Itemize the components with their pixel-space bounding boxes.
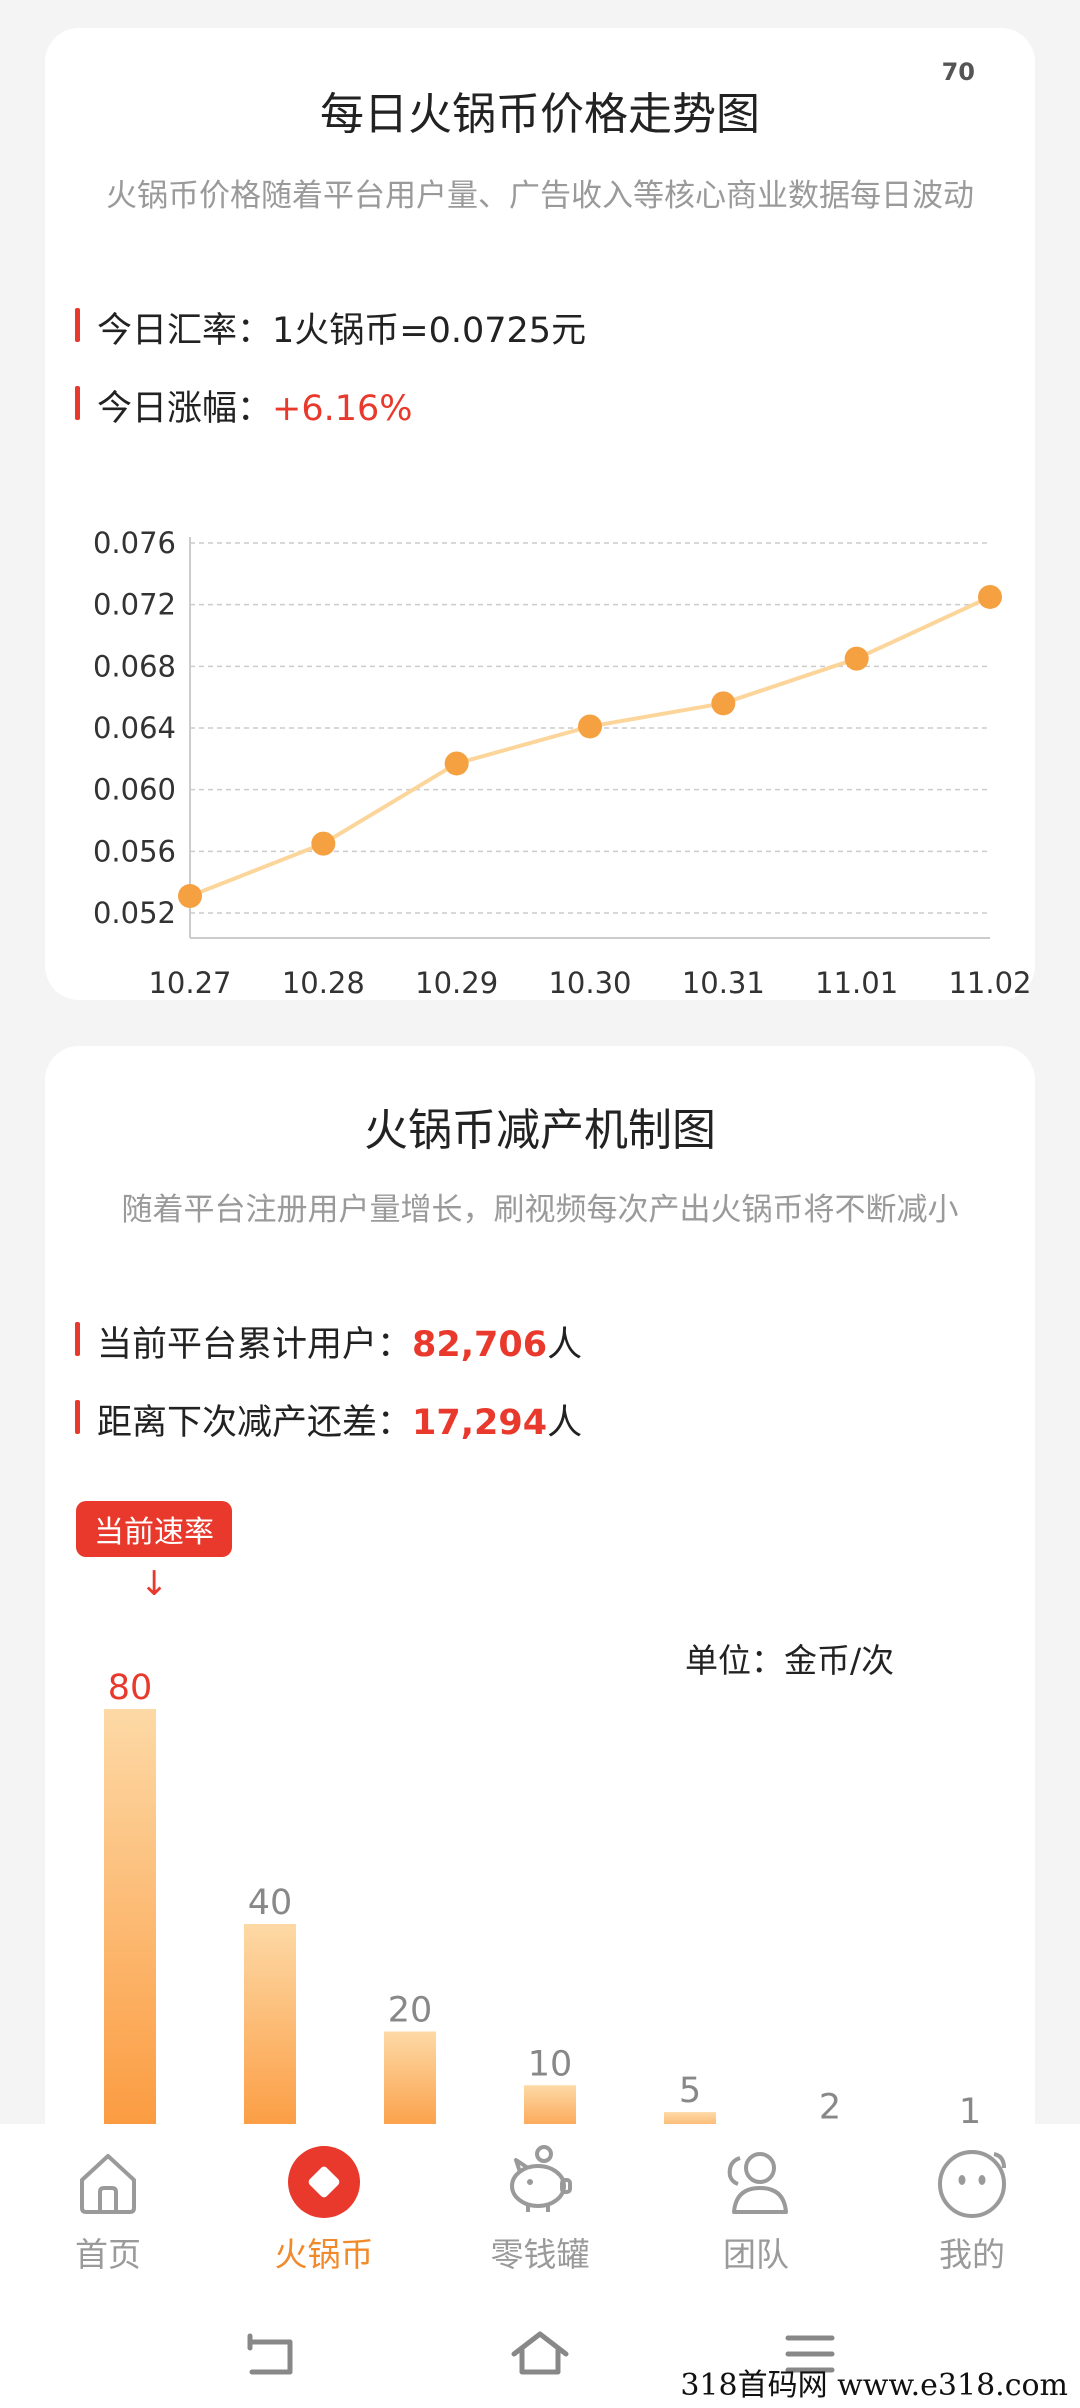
team-icon [727, 2152, 788, 2214]
exchange-rate-row: 今日汇率：1火锅币=0.0725元 [75, 302, 586, 353]
bar-value-label: 20 [388, 1991, 433, 2031]
bar [104, 1709, 156, 2139]
data-point [844, 646, 869, 671]
reduction-card-title: 火锅币减产机制图 [364, 1105, 716, 1156]
y-tick-label: 0.068 [93, 649, 176, 683]
total-users-unit: 人 [547, 1325, 583, 1365]
bar-value-label: 40 [248, 1883, 293, 1923]
data-point [978, 584, 1002, 609]
reduction-bar-chart: 8004010万2050万10100万5300万2500万11000万 [90, 1668, 996, 2140]
x-tick-label: 10.31 [682, 966, 765, 998]
nav-item-profile[interactable]: 我的 [864, 2124, 1080, 2300]
bar-value-label: 2 [819, 2087, 841, 2127]
y-tick-label: 0.056 [93, 834, 176, 868]
reduction-card: 火锅币减产机制图 随着平台注册用户量增长，刷视频每次产出火锅币将不断减小 当前平… [45, 1046, 1035, 2146]
bar-value-label: 10 [528, 2044, 573, 2084]
bar [384, 2031, 436, 2139]
x-tick-label: 11.01 [815, 966, 898, 998]
next-reduction-row: 距离下次减产还差：17,294人 [75, 1394, 582, 1445]
bar-value-label: 80 [108, 1668, 153, 1708]
exchange-rate-value: 1火锅币=0.0725元 [272, 311, 587, 351]
nav-label-piggy-bank: 零钱罐 [490, 2235, 590, 2274]
nav-item-coin[interactable]: 火锅币 [216, 2124, 432, 2300]
price-card-title: 每日火锅币价格走势图 [320, 89, 760, 140]
total-users-row: 当前平台累计用户：82,706人 [75, 1316, 582, 1367]
back-icon[interactable] [238, 2322, 302, 2386]
price-line-chart: 0.076 0.072 0.068 0.064 0.060 0.056 0.052 10.27… [93, 526, 1032, 998]
y-tick-label: 0.072 [93, 588, 176, 622]
nav-label-coin: 火锅币 [274, 2235, 374, 2274]
daily-change-row: 今日涨幅：+6.16% [75, 380, 413, 431]
piggy-bank-icon [510, 2145, 572, 2212]
total-users-label: 当前平台累计用户： [97, 1325, 413, 1365]
daily-change-label: 今日涨幅： [97, 389, 273, 429]
nav-item-home[interactable]: 首页 [0, 2124, 216, 2300]
next-reduction-value: 17,294 [412, 1403, 548, 1443]
nav-label-home: 首页 [75, 2235, 141, 2274]
home-button-icon[interactable] [508, 2322, 572, 2386]
current-rate-badge: 当前速率 [76, 1501, 232, 1557]
y-tick-label: 0.064 [93, 711, 176, 745]
home-icon [80, 2154, 136, 2214]
data-point [311, 831, 336, 856]
watermark: 318首码网 www.e318.com [680, 2368, 1068, 2403]
nav-item-team[interactable]: 团队 [648, 2124, 864, 2300]
price-trend-card: 70 每日火锅币价格走势图 火锅币价格随着平台用户量、广告收入等核心商业数据每日… [45, 28, 1035, 1000]
x-tick-label: 10.29 [415, 966, 498, 998]
next-reduction-unit: 人 [547, 1403, 583, 1443]
next-reduction-label: 距离下次减产还差： [97, 1403, 413, 1443]
reduction-card-subtitle: 随着平台注册用户量增长，刷视频每次产出火锅币将不断减小 [121, 1192, 959, 1228]
y-tick-label: 0.052 [93, 896, 176, 930]
x-tick-label: 10.27 [148, 966, 231, 998]
nav-label-team: 团队 [723, 2235, 789, 2274]
daily-change-value: +6.16% [272, 389, 413, 429]
nav-item-piggy-bank[interactable]: 零钱罐 [432, 2124, 648, 2300]
x-tick-label: 10.30 [548, 966, 631, 998]
price-card-subtitle: 火锅币价格随着平台用户量、广告收入等核心商业数据每日波动 [106, 178, 974, 214]
exchange-rate-label: 今日汇率： [97, 311, 273, 351]
profile-icon [938, 2150, 1006, 2218]
y-tick-label: 0.060 [93, 773, 176, 807]
bar [244, 1924, 296, 2139]
nav-label-profile: 我的 [939, 2235, 1005, 2274]
data-point [711, 691, 736, 716]
total-users-value: 82,706 [412, 1325, 548, 1365]
bar-value-label: 5 [679, 2071, 701, 2111]
system-nav-bar: 318首码网 www.e318.com [0, 2300, 1080, 2408]
data-point [178, 884, 202, 909]
y-tick-label: 0.076 [93, 526, 176, 560]
data-point [444, 751, 469, 776]
x-tick-label: 10.28 [282, 966, 365, 998]
coin-icon [288, 2146, 360, 2218]
data-point [578, 714, 602, 739]
x-tick-label: 11.02 [948, 966, 1031, 998]
bottom-nav: 首页 火锅币 零钱罐 团队 我的 [0, 2124, 1080, 2300]
